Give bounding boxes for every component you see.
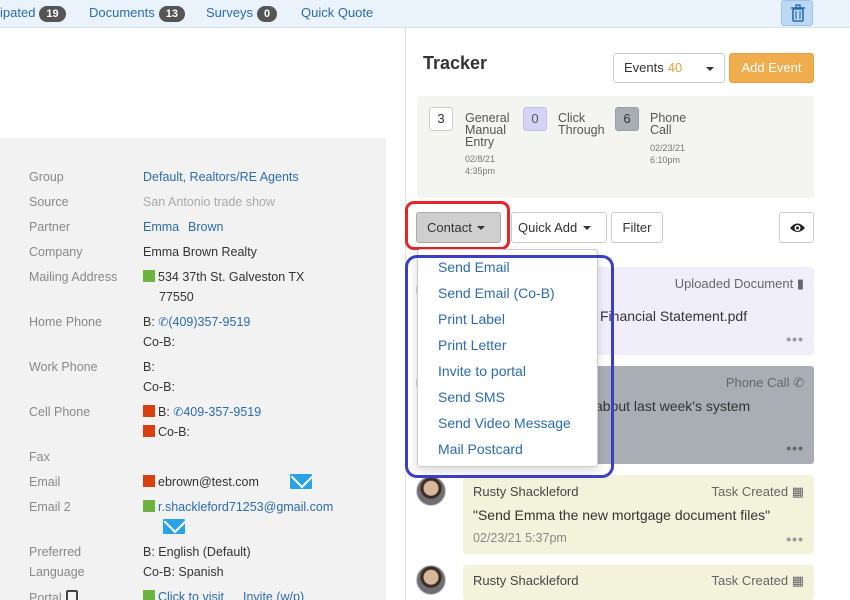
highlight-outline-blue (405, 255, 614, 478)
more-options-icon[interactable]: ••• (786, 531, 804, 547)
home-phone-label: Home Phone (29, 315, 102, 329)
calendar-icon: ▦ (791, 484, 804, 499)
more-options-icon[interactable]: ••• (786, 331, 804, 347)
visibility-button[interactable] (779, 212, 814, 243)
cell-phone-label: Cell Phone (29, 405, 91, 419)
tab-documents[interactable]: Documents 13 (89, 5, 185, 22)
language-cob: Co-B: Spanish (143, 565, 224, 579)
email-label: Email (29, 475, 61, 489)
mailing-address-value: 534 37th St. Galveston TX (143, 270, 304, 284)
timeline-card-task: Rusty Shackleford Task Created ▦ (463, 565, 814, 600)
chevron-down-icon (583, 226, 592, 230)
phone-call-label: Phone Call (650, 111, 687, 137)
work-phone-label: Work Phone (29, 360, 98, 374)
language-b: B: English (Default) (143, 545, 251, 559)
source-value: San Antonio trade show (143, 195, 276, 209)
general-entry-count[interactable]: 3 (429, 107, 453, 131)
add-event-button[interactable]: Add Event (729, 53, 814, 83)
phone-icon: ✆ (793, 375, 804, 390)
trash-icon (791, 4, 805, 22)
tab-surveys[interactable]: Surveys 0 (206, 5, 278, 22)
calendar-icon: ▦ (791, 573, 804, 588)
email-value: ebrown@test.com (143, 475, 259, 489)
phone-call-date: 02/23/21 6:10pm (650, 143, 686, 165)
phone-icon: ✆ (158, 315, 169, 329)
chevron-down-icon (706, 67, 714, 71)
email2-value: r.shackleford71253@gmail.com (143, 500, 333, 514)
invite-portal-link[interactable]: Invite (w/p) (243, 590, 304, 600)
event-author: Rusty Shackleford (473, 484, 579, 499)
event-body: about last week's system (595, 398, 751, 414)
source-label: Source (29, 195, 69, 209)
tracker-title: Tracker (423, 53, 488, 73)
send-email-icon[interactable] (290, 474, 312, 489)
event-type: Phone Call ✆ (725, 375, 804, 390)
work-phone-b: B: (143, 360, 155, 374)
top-navigation: ipated 19 Documents 13 Surveys 0 Quick Quot… (0, 0, 850, 28)
delete-button[interactable] (781, 0, 813, 26)
highlight-outline-red (405, 201, 510, 250)
phone-call-count[interactable]: 6 (615, 107, 639, 131)
avatar (416, 565, 446, 595)
events-select[interactable]: Events 40 (613, 53, 725, 83)
event-type: Task Created ▦ (711, 573, 804, 588)
verified-indicator (143, 270, 155, 282)
send-email2-icon[interactable] (163, 519, 185, 534)
group-value[interactable]: Default, Realtors/RE Agents (143, 170, 299, 184)
filter-button[interactable]: Filter (611, 212, 663, 243)
fax-label: Fax (29, 450, 50, 464)
mailing-address-label: Mailing Address (29, 270, 118, 284)
event-type: Uploaded Document ▮ (674, 276, 804, 291)
click-through-count[interactable]: 0 (523, 107, 547, 131)
home-phone-link[interactable]: (409)357-9519 (168, 315, 250, 329)
event-summary: 3 General Manual Entry 02/8/21 4:35pm 0 Cli… (417, 96, 814, 198)
portal-label: Portal (29, 590, 78, 600)
preferred-language-label: Preferred (29, 545, 82, 559)
cell-phone-cob: Co-B: (143, 425, 190, 439)
event-time: 02/23/21 5:37pm (473, 531, 567, 545)
company-value: Emma Brown Realty (143, 245, 257, 259)
click-to-visit-link[interactable]: Click to visit (158, 590, 224, 600)
avatar (416, 476, 446, 506)
home-phone-b: B: ✆(409)357-9519 (143, 315, 251, 329)
verified-indicator (143, 500, 155, 512)
event-type: Task Created ▦ (711, 484, 804, 499)
partner-label: Partner (29, 220, 70, 234)
quick-add-button[interactable]: Quick Add (511, 212, 607, 243)
home-phone-cob: Co-B: (143, 335, 175, 349)
company-label: Company (29, 245, 83, 259)
timeline-card-task: Rusty Shackleford Task Created ▦ "Send E… (463, 475, 814, 554)
unverified-indicator (143, 405, 155, 417)
document-icon: ▮ (796, 276, 804, 291)
events-count: 40 (667, 60, 683, 75)
unverified-indicator (143, 425, 155, 437)
group-label: Group (29, 170, 64, 184)
eye-icon (790, 223, 805, 232)
mailing-address-zip: 77550 (159, 290, 194, 304)
work-phone-cob: Co-B: (143, 380, 175, 394)
tab-anticipated[interactable]: ipated 19 (0, 5, 66, 22)
phone-icon: ✆ (173, 405, 184, 419)
event-body: "Send Emma the new mortgage document fil… (473, 507, 771, 523)
general-entry-label: General Manual Entry (465, 111, 510, 149)
tab-count-badge: 0 (256, 6, 278, 22)
click-through-label: Click Through (558, 111, 605, 137)
tab-quick-quote[interactable]: Quick Quote (301, 5, 373, 20)
portal-links: Click to visit (143, 590, 224, 600)
more-options-icon[interactable]: ••• (786, 440, 804, 456)
tab-count-badge: 13 (158, 6, 185, 22)
email2-label: Email 2 (29, 500, 71, 514)
portal-checkbox[interactable] (65, 590, 78, 600)
partner-last-link[interactable]: Brown (188, 220, 223, 234)
cell-phone-b: B: ✆409-357-9519 (143, 405, 261, 419)
preferred-language-label-2: Language (29, 565, 85, 579)
verified-indicator (143, 590, 155, 600)
event-author: Rusty Shackleford (473, 573, 579, 588)
general-entry-date: 02/8/21 4:35pm (465, 154, 496, 176)
cell-phone-link[interactable]: 409-357-9519 (183, 405, 261, 419)
document-link[interactable]: Financial Statement.pdf (600, 308, 747, 324)
partner-first-link[interactable]: Emma (143, 220, 179, 234)
tab-count-badge: 19 (39, 6, 66, 22)
unverified-indicator (143, 475, 155, 487)
